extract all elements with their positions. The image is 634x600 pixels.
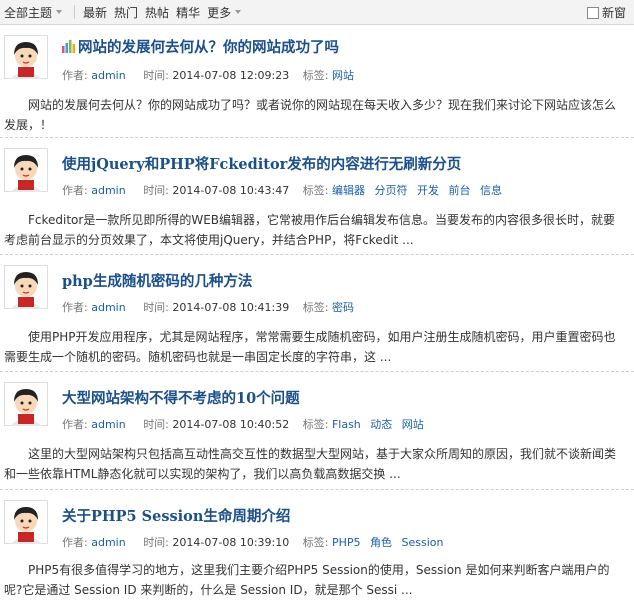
post-title-link[interactable]: 大型网站架构不得不考虑的10个问题	[62, 387, 300, 408]
tags-label: 标签:	[302, 69, 329, 82]
tag-link[interactable]: 开发	[417, 184, 439, 197]
tag-link[interactable]: 分页符	[374, 184, 407, 197]
post-item: php生成随机密码的几种方法 作者: admin 时间: 2014-07-08 …	[0, 255, 634, 372]
post-summary: 网站的发展何去何从？你的网站成功了吗？或者说你的网站现在每天收入多少？现在我们来…	[4, 98, 617, 132]
new-window-label: 新窗	[601, 6, 626, 20]
post-time: 2014-07-08 10:41:39	[172, 301, 290, 314]
post-meta: 作者: admin 时间: 2014-07-08 10:39:10 标签: PH…	[62, 534, 449, 550]
new-window-toggle[interactable]: 新窗	[586, 4, 626, 21]
post-time: 2014-07-08 10:43:47	[172, 184, 290, 197]
tag-link[interactable]: 密码	[332, 301, 354, 314]
avatar[interactable]	[4, 148, 48, 192]
chevron-down-icon	[235, 10, 242, 14]
post-meta: 作者: admin 时间: 2014-07-08 10:41:39 标签: 密码	[62, 299, 360, 315]
post-item: 关于PHP5 Session生命周期介绍 作者: admin 时间: 2014-…	[0, 490, 634, 598]
author-link[interactable]: admin	[91, 69, 125, 82]
post-title-link[interactable]: php生成随机密码的几种方法	[62, 270, 252, 291]
tag-link[interactable]: 信息	[480, 184, 502, 197]
post-title-link[interactable]: 网站的发展何去何从？你的网站成功了吗	[62, 36, 339, 57]
post-summary: 使用PHP开发应用程序，尤其是网站程序，常常需要生成随机密码，如用户注册生成随机…	[4, 330, 616, 364]
avatar[interactable]	[4, 500, 48, 544]
tag-link[interactable]: Session	[402, 536, 444, 549]
tags-label: 标签:	[302, 536, 329, 549]
post-title-link[interactable]: 使用jQuery和PHP将Fckeditor发布的内容进行无刷新分页	[62, 153, 461, 174]
author-label: 作者:	[62, 301, 88, 314]
tab-hot-posts[interactable]: 热帖	[145, 4, 169, 21]
avatar[interactable]	[4, 382, 48, 426]
tag-link[interactable]: PHP5	[332, 536, 361, 549]
tags-label: 标签:	[302, 301, 329, 314]
post-meta: 作者: admin 时间: 2014-07-08 10:40:52 标签: Fl…	[62, 416, 430, 432]
author-link[interactable]: admin	[91, 184, 125, 197]
author-label: 作者:	[62, 184, 88, 197]
time-label: 时间:	[143, 184, 169, 197]
time-label: 时间:	[143, 418, 169, 431]
all-topics-dropdown[interactable]: 全部主题	[0, 4, 63, 21]
post-time: 2014-07-08 10:40:52	[172, 418, 290, 431]
tag-link[interactable]: 编辑器	[332, 184, 365, 197]
tag-link[interactable]: 前台	[448, 184, 470, 197]
post-summary: Fckeditor是一款所见即所得的WEB编辑器，它常被用作后台编辑发布信息。当…	[4, 213, 616, 247]
author-label: 作者:	[62, 69, 88, 82]
post-time: 2014-07-08 10:39:10	[172, 536, 290, 549]
tags-label: 标签:	[302, 418, 329, 431]
tab-featured[interactable]: 精华	[176, 4, 200, 21]
author-label: 作者:	[62, 418, 88, 431]
tag-link[interactable]: 网站	[332, 69, 354, 82]
chevron-down-icon	[56, 10, 63, 14]
time-label: 时间:	[143, 301, 169, 314]
new-window-checkbox[interactable]	[586, 6, 599, 19]
tab-latest[interactable]: 最新	[83, 4, 107, 21]
time-label: 时间:	[143, 69, 169, 82]
post-meta: 作者: admin 时间: 2014-07-08 12:09:23 标签: 网站	[62, 67, 360, 83]
tag-link[interactable]: 动态	[370, 418, 392, 431]
all-topics-label: 全部主题	[4, 5, 53, 20]
author-link[interactable]: admin	[91, 536, 125, 549]
author-label: 作者:	[62, 536, 88, 549]
tags-label: 标签:	[302, 184, 329, 197]
post-meta: 作者: admin 时间: 2014-07-08 10:43:47 标签: 编辑…	[62, 182, 508, 198]
post-title-text: 网站的发展何去何从？你的网站成功了吗	[78, 39, 339, 56]
tab-hot[interactable]: 热门	[114, 4, 138, 21]
divider	[74, 5, 76, 19]
tag-link[interactable]: 角色	[370, 536, 392, 549]
post-summary: PHP5有很多值得学习的地方，这里我们主要介绍PHP5 Session的使用，S…	[4, 563, 610, 597]
post-summary: 这里的大型网站架构只包括高互动性高交互性的数据型大型网站，基于大家众所周知的原因…	[4, 447, 617, 481]
tag-link[interactable]: 网站	[402, 418, 424, 431]
post-item: 使用jQuery和PHP将Fckeditor发布的内容进行无刷新分页 作者: a…	[0, 138, 634, 255]
tab-more-label: 更多	[207, 5, 232, 20]
post-item: 大型网站架构不得不考虑的10个问题 作者: admin 时间: 2014-07-…	[0, 372, 634, 490]
tab-more-dropdown[interactable]: 更多	[207, 4, 242, 21]
post-time: 2014-07-08 12:09:23	[172, 69, 290, 82]
author-link[interactable]: admin	[91, 301, 125, 314]
post-title-link[interactable]: 关于PHP5 Session生命周期介绍	[62, 505, 290, 526]
chart-icon	[62, 40, 75, 53]
time-label: 时间:	[143, 536, 169, 549]
post-item: 网站的发展何去何从？你的网站成功了吗 作者: admin 时间: 2014-07…	[0, 25, 634, 138]
avatar[interactable]	[4, 35, 48, 79]
tag-link[interactable]: Flash	[332, 418, 361, 431]
topic-filter-bar: 全部主题 最新 热门 热帖 精华 更多 新窗	[0, 0, 634, 25]
avatar[interactable]	[4, 265, 48, 309]
author-link[interactable]: admin	[91, 418, 125, 431]
